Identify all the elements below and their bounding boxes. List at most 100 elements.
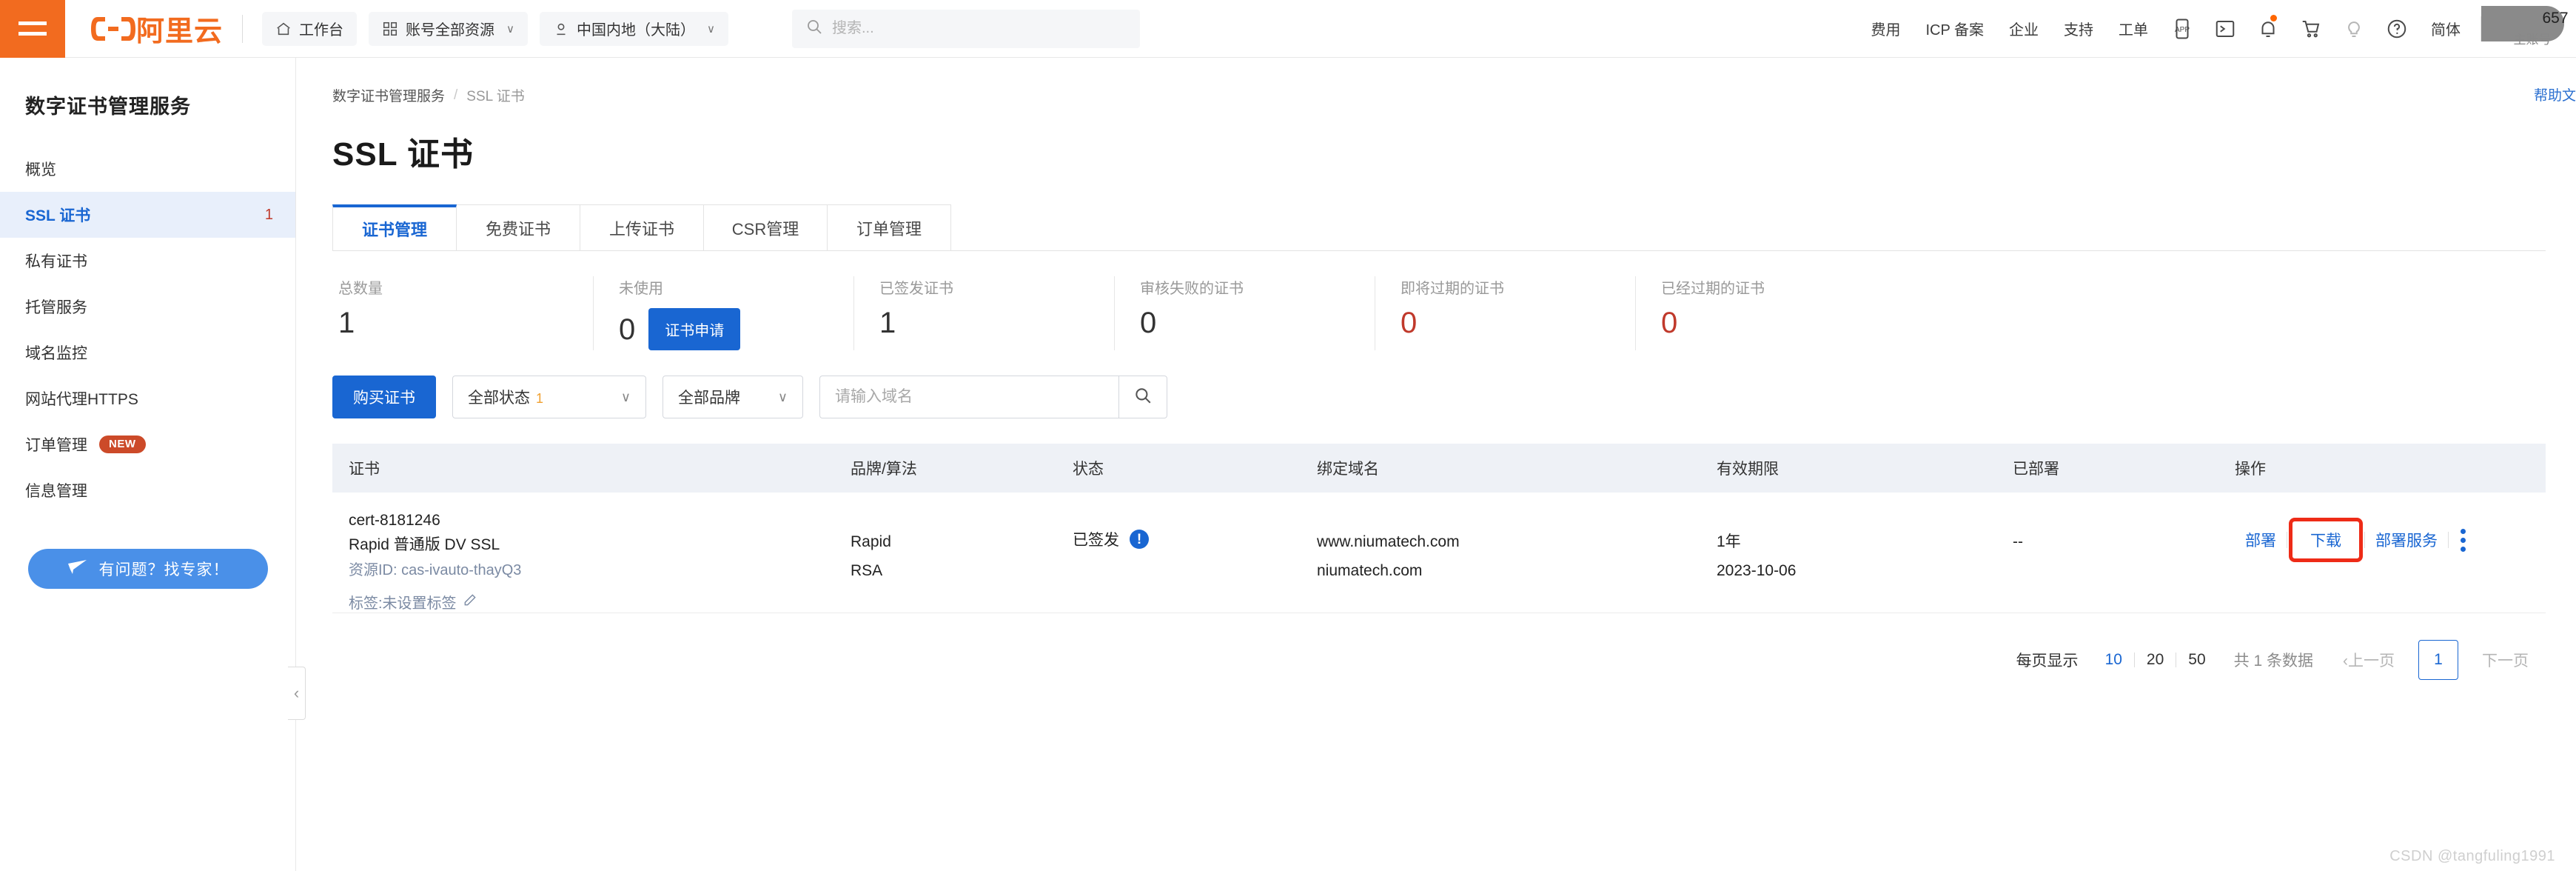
sidebar-item-private-certificate[interactable]: 私有证书 <box>0 238 295 284</box>
workbench-chip-label: 工作台 <box>299 18 343 39</box>
column-header-operation: 操作 <box>2235 457 2531 479</box>
page-size-10[interactable]: 10 <box>2093 651 2134 669</box>
tab-certificate-management[interactable]: 证书管理 <box>332 204 457 250</box>
column-header-brand-algorithm: 品牌/算法 <box>851 457 1073 479</box>
app-icon[interactable]: APP <box>2161 0 2204 58</box>
console-shell-icon[interactable] <box>2204 0 2247 58</box>
sidebar-item-order-management[interactable]: 订单管理 NEW <box>0 421 295 467</box>
tab-csr-management[interactable]: CSR管理 <box>703 204 828 250</box>
sidebar-item-info-management[interactable]: 信息管理 <box>0 467 295 513</box>
deploy-service-action-link[interactable]: 部署服务 <box>2365 529 2448 551</box>
info-circle-icon[interactable]: ! <box>1130 530 1149 549</box>
domain-search-input[interactable] <box>819 376 1118 418</box>
main-content: 数字证书管理服务 / SSL 证书 帮助文 SSL 证书 证书管理 免费证书 上… <box>297 58 2576 871</box>
stat-label: 审核失败的证书 <box>1140 276 1375 298</box>
bound-domain: niumatech.com <box>1317 557 1717 586</box>
stat-value-row: 0 <box>1661 308 1896 338</box>
chevron-down-icon: ∨ <box>506 22 514 36</box>
sidebar-item-domain-monitor[interactable]: 域名监控 <box>0 330 295 376</box>
notification-dot <box>2270 15 2277 21</box>
sidebar-item-new-badge: NEW <box>99 436 146 453</box>
language-switch[interactable]: 简体 <box>2418 0 2473 58</box>
prev-page-button[interactable]: ‹上一页 <box>2332 649 2405 671</box>
page-size-50[interactable]: 50 <box>2176 651 2217 669</box>
sidebar-item-label: 概览 <box>25 158 56 180</box>
sidebar-item-overview[interactable]: 概览 <box>0 146 295 192</box>
status-badge: 已签发 ! <box>1073 509 1317 550</box>
sidebar-item-label: 托管服务 <box>25 296 87 318</box>
stat-label: 已签发证书 <box>879 276 1114 298</box>
lightbulb-icon[interactable] <box>2332 0 2375 58</box>
resource-icon <box>382 21 398 37</box>
tab-free-certificate[interactable]: 免费证书 <box>456 204 580 250</box>
nav-item-ticket[interactable]: 工单 <box>2106 0 2161 58</box>
logo-divider <box>242 15 243 43</box>
next-page-button[interactable]: 下一页 <box>2472 649 2539 671</box>
certificate-type: Rapid 普通版 DV SSL <box>349 533 851 558</box>
certificate-apply-button[interactable]: 证书申请 <box>648 308 740 350</box>
deploy-action-link[interactable]: 部署 <box>2235 529 2287 551</box>
status-filter-count: 1 <box>536 391 543 406</box>
tab-bar: 证书管理 免费证书 上传证书 CSR管理 订单管理 <box>332 204 2546 251</box>
stat-value-row: 0 <box>1401 308 1635 338</box>
domain-search-button[interactable] <box>1118 376 1167 418</box>
stat-label: 总数量 <box>338 276 593 298</box>
home-icon <box>275 21 292 37</box>
column-header-deployed: 已部署 <box>2013 457 2235 479</box>
status-filter-select[interactable]: 全部状态1 ∨ <box>452 376 646 418</box>
brand-filter-select[interactable]: 全部品牌 ∨ <box>663 376 803 418</box>
nav-item-enterprise[interactable]: 企业 <box>1996 0 2051 58</box>
certificate-resource-id[interactable]: 资源ID: cas-ivauto-thayQ3 <box>349 558 851 582</box>
workbench-chip[interactable]: 工作台 <box>262 12 357 46</box>
certificate-tag[interactable]: 标签:未设置标签 <box>349 591 851 613</box>
download-action-link[interactable]: 下载 <box>2300 533 2352 550</box>
cell-brand-algorithm: Rapid RSA <box>851 509 1073 586</box>
aliyun-logo[interactable]: 阿里云 <box>90 8 262 49</box>
global-search-input[interactable] <box>832 20 1127 37</box>
stats-row: 总数量 1 未使用 0 证书申请 已签发证书 1 审核失败的证书 0 即将过期的 <box>332 276 2576 350</box>
help-circle-icon[interactable] <box>2375 0 2418 58</box>
hamburger-line <box>19 21 47 25</box>
global-search-box[interactable] <box>792 10 1140 48</box>
all-resources-chip[interactable]: 账号全部资源 ∨ <box>369 12 528 46</box>
all-resources-chip-label: 账号全部资源 <box>406 18 494 39</box>
stat-value: 0 <box>1661 308 1677 338</box>
account-menu[interactable]: 657 主账号 <box>2489 0 2576 58</box>
sidebar-item-ssl-certificate[interactable]: SSL 证书 1 <box>0 192 295 238</box>
buy-certificate-button[interactable]: 购买证书 <box>332 376 436 418</box>
stat-value-row: 0 <box>1140 308 1375 338</box>
breadcrumb-root[interactable]: 数字证书管理服务 <box>332 85 445 105</box>
aliyun-logo-text: 阿里云 <box>136 8 223 49</box>
table-row: cert-8181246 Rapid 普通版 DV SSL 资源ID: cas-… <box>332 493 2546 613</box>
current-page-number[interactable]: 1 <box>2418 640 2458 680</box>
table-header-row: 证书 品牌/算法 状态 绑定域名 有效期限 已部署 操作 <box>332 444 2546 493</box>
bell-icon[interactable] <box>2247 0 2290 58</box>
tab-upload-certificate[interactable]: 上传证书 <box>580 204 704 250</box>
kebab-menu-icon[interactable] <box>2449 529 2478 552</box>
brand-filter-label: 全部品牌 <box>678 386 740 408</box>
hamburger-line <box>19 32 47 36</box>
certificate-name: cert-8181246 <box>349 509 851 533</box>
tab-label: CSR管理 <box>732 216 799 240</box>
sidebar-item-label: 域名监控 <box>25 341 87 364</box>
validity-date: 2023-10-06 <box>1717 557 2013 586</box>
sidebar-collapse-handle[interactable]: ‹ <box>288 667 306 720</box>
help-doc-link[interactable]: 帮助文 <box>2534 84 2576 104</box>
nav-item-fee[interactable]: 费用 <box>1858 0 1913 58</box>
page-size-20[interactable]: 20 <box>2135 651 2176 669</box>
region-chip[interactable]: 中国内地（大陆） ∨ <box>540 12 728 46</box>
cart-icon[interactable] <box>2290 0 2332 58</box>
nav-item-icp[interactable]: ICP 备案 <box>1913 0 1996 58</box>
tab-order-management[interactable]: 订单管理 <box>827 204 951 250</box>
pencil-icon[interactable] <box>463 593 477 612</box>
nav-item-support[interactable]: 支持 <box>2051 0 2106 58</box>
ask-expert-button[interactable]: 有问题？找专家！ <box>28 549 268 589</box>
left-sidebar: 数字证书管理服务 概览 SSL 证书 1 私有证书 托管服务 域名监控 网站代理… <box>0 58 296 871</box>
stat-expiring-soon: 即将过期的证书 0 <box>1375 276 1635 350</box>
hamburger-menu-icon[interactable] <box>0 0 65 58</box>
sidebar-item-website-proxy-https[interactable]: 网站代理HTTPS <box>0 376 295 421</box>
chevron-down-icon: ∨ <box>621 390 631 405</box>
cell-certificate: cert-8181246 Rapid 普通版 DV SSL 资源ID: cas-… <box>332 509 851 613</box>
sidebar-item-hosting-service[interactable]: 托管服务 <box>0 284 295 330</box>
certificate-brand: Rapid <box>851 528 1073 557</box>
